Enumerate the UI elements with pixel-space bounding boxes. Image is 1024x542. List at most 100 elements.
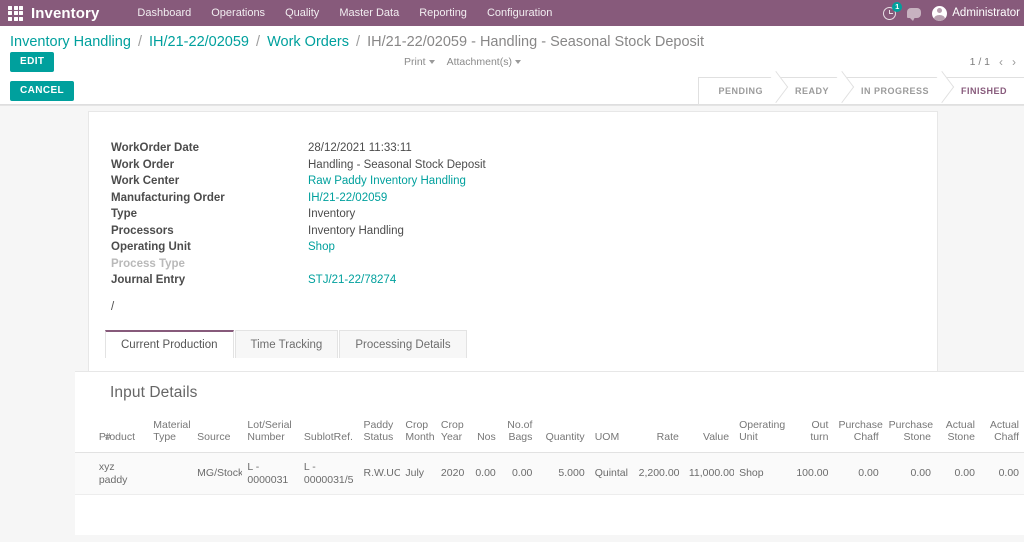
print-label: Print xyxy=(404,56,426,68)
breadcrumb-item-inventory-handling[interactable]: Inventory Handling xyxy=(10,34,131,50)
field-value-link[interactable]: IH/21-22/02059 xyxy=(308,192,387,204)
breadcrumb-separator: / xyxy=(356,34,361,50)
col-crop-month: Crop Month xyxy=(400,416,436,453)
field-work-order: Work Order Handling - Seasonal Stock Dep… xyxy=(111,159,937,176)
tab-time-tracking[interactable]: Time Tracking xyxy=(234,330,339,359)
edit-button[interactable]: EDIT xyxy=(10,52,55,72)
col-actual-stone: Actual Stone xyxy=(935,416,980,453)
col-uom: UOM xyxy=(589,416,634,453)
status-row: CANCEL PENDING READY IN PROGRESS FINISHE… xyxy=(0,77,1024,105)
col-source: Source xyxy=(192,416,243,453)
field-label: Process Type xyxy=(111,257,185,270)
col-index: # xyxy=(75,416,111,453)
col-purchase-chaff: Purchase Chaff xyxy=(833,416,884,453)
cell-purchase-chaff: 0.00 xyxy=(833,452,884,496)
navbar-systray: 1 Administrator xyxy=(883,0,1020,26)
field-workorder-date: WorkOrder Date 28/12/2021 11:33:11 xyxy=(111,142,937,159)
breadcrumb: Inventory Handling / IH/21-22/02059 / Wo… xyxy=(0,26,1024,51)
field-label: Work Order xyxy=(111,158,175,171)
tab-current-production[interactable]: Current Production xyxy=(105,330,234,359)
action-dropdowns: Print Attachment(s) xyxy=(404,56,521,68)
status-stage-finished[interactable]: FINISHED xyxy=(941,77,1024,105)
col-lot-serial-number: Lot/Serial Number xyxy=(242,416,299,453)
tab-processing-details[interactable]: Processing Details xyxy=(339,330,467,359)
cell-index: 1 xyxy=(75,452,94,496)
breadcrumb-item-work-orders[interactable]: Work Orders xyxy=(267,34,349,50)
cell-operating-unit: Shop xyxy=(734,452,787,496)
input-details-title: Input Details xyxy=(110,384,198,401)
table-header-row: # Product Material Type Source Lot/Seria… xyxy=(75,416,1024,453)
pager-next-icon[interactable]: › xyxy=(1012,56,1016,68)
field-value-link[interactable]: Raw Paddy Inventory Handling xyxy=(308,175,466,187)
pager-previous-icon[interactable]: ‹ xyxy=(999,56,1003,68)
activity-count-badge: 1 xyxy=(892,1,903,12)
menu-item-quality[interactable]: Quality xyxy=(275,3,329,23)
col-no-of-bags: No.of Bags xyxy=(500,416,538,453)
field-label: Type xyxy=(111,208,137,220)
col-product: Product xyxy=(93,416,149,453)
col-purchase-stone: Purchase Stone xyxy=(883,416,936,453)
cell-purchase-stone: 0.00 xyxy=(883,452,936,496)
pager-counter: 1 / 1 xyxy=(969,56,990,68)
field-value: Inventory xyxy=(308,208,356,220)
cell-quantity: 5.000 xyxy=(537,452,590,496)
menu-item-master-data[interactable]: Master Data xyxy=(329,3,409,23)
input-details-page: Input Details # Product Material Type So… xyxy=(0,384,1024,496)
col-nos: Nos xyxy=(469,416,501,453)
cancel-button[interactable]: CANCEL xyxy=(10,80,75,101)
chevron-down-icon xyxy=(514,60,521,65)
status-stage-ready[interactable]: READY xyxy=(775,77,842,105)
col-paddy-status: Paddy Status xyxy=(358,416,401,453)
field-label: Processors xyxy=(111,224,174,237)
apps-grid-icon[interactable] xyxy=(8,5,23,21)
col-value: Value xyxy=(683,416,735,453)
breadcrumb-separator: / xyxy=(256,34,261,50)
cell-no-of-bags: 0.00 xyxy=(500,452,538,496)
cell-crop-month: July xyxy=(400,452,436,496)
field-journal-entry: Journal Entry STJ/21-22/78274 xyxy=(111,274,937,291)
col-sublot-ref: SublotRef. xyxy=(298,416,359,453)
table-body: 1 xyz paddy MG/Stock L - 0000031 L - 000… xyxy=(75,452,1024,496)
field-value-link[interactable]: STJ/21-22/78274 xyxy=(308,274,396,286)
chat-bubble-icon xyxy=(907,8,922,21)
field-label: Work Center xyxy=(111,175,180,187)
col-quantity: Quantity xyxy=(537,416,590,453)
field-label: Journal Entry xyxy=(111,274,186,286)
breadcrumb-separator: / xyxy=(137,34,142,50)
field-operating-unit: Operating Unit Shop xyxy=(111,241,937,258)
field-value: Inventory Handling xyxy=(308,224,404,237)
app-brand-title[interactable]: Inventory xyxy=(31,5,99,22)
col-actual-chaff: Actual Chaff xyxy=(979,416,1024,453)
field-type: Type Inventory xyxy=(111,208,937,225)
cell-crop-year: 2020 xyxy=(435,452,470,496)
attachments-dropdown[interactable]: Attachment(s) xyxy=(447,56,521,68)
field-value-link[interactable]: Shop xyxy=(308,241,335,253)
control-panel-actions: EDIT Print Attachment(s) 1 / 1 ‹ › xyxy=(0,51,1024,77)
messages-menu[interactable] xyxy=(907,8,922,21)
menu-item-operations[interactable]: Operations xyxy=(201,3,275,23)
control-panel: Inventory Handling / IH/21-22/02059 / Wo… xyxy=(0,26,1024,106)
field-process-type: Process Type xyxy=(111,258,937,275)
field-processors: Processors Inventory Handling xyxy=(111,225,937,242)
cell-product: xyz paddy xyxy=(93,452,149,496)
menu-item-dashboard[interactable]: Dashboard xyxy=(127,3,201,23)
main-menu: Dashboard Operations Quality Master Data… xyxy=(127,3,562,23)
user-avatar-icon xyxy=(932,5,948,21)
print-dropdown[interactable]: Print xyxy=(404,56,435,68)
status-stage-in-progress[interactable]: IN PROGRESS xyxy=(841,77,942,105)
field-label: WorkOrder Date xyxy=(111,142,199,154)
menu-item-reporting[interactable]: Reporting xyxy=(409,3,477,23)
cell-paddy-status: R.W.UC xyxy=(358,452,401,496)
table-header: # Product Material Type Source Lot/Seria… xyxy=(75,416,1024,453)
cell-value: 11,000.00 xyxy=(683,452,735,496)
menu-item-configuration[interactable]: Configuration xyxy=(477,3,562,23)
breadcrumb-item-order-ref[interactable]: IH/21-22/02059 xyxy=(149,34,249,50)
form-trailing-slash: / xyxy=(111,300,115,313)
table-row[interactable]: 1 xyz paddy MG/Stock L - 0000031 L - 000… xyxy=(75,452,1024,496)
activity-menu[interactable]: 1 xyxy=(883,1,903,20)
cell-lot-serial-number: L - 0000031 xyxy=(242,452,299,496)
field-work-center: Work Center Raw Paddy Inventory Handling xyxy=(111,175,937,192)
status-stage-pending[interactable]: PENDING xyxy=(698,77,776,105)
form-field-list: WorkOrder Date 28/12/2021 11:33:11 Work … xyxy=(89,112,937,291)
user-menu[interactable]: Administrator xyxy=(932,5,1020,21)
